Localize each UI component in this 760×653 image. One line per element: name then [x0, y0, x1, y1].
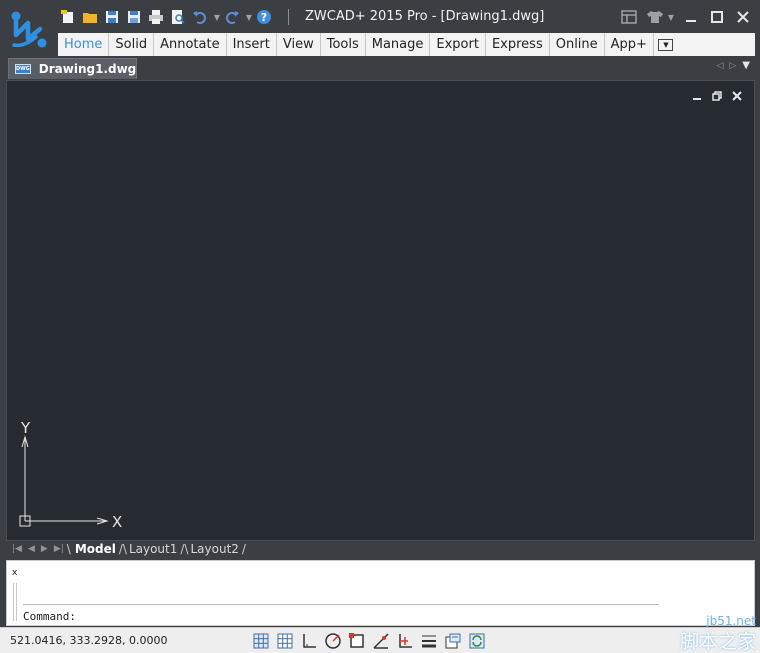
layout-first-icon[interactable]: |◀ — [12, 544, 22, 554]
zwcad-logo-icon[interactable] — [6, 7, 52, 53]
document-tab-drawing1[interactable]: DWG Drawing1.dwg — [8, 58, 137, 79]
layout-tab-layout2[interactable]: Layout2 — [190, 542, 238, 556]
dwg-file-icon: DWG — [15, 64, 31, 74]
dynamic-ucs-icon[interactable] — [394, 630, 416, 652]
ucs-x-label: X — [112, 513, 122, 531]
tab-view[interactable]: View — [277, 33, 321, 56]
command-grip-handle[interactable] — [13, 583, 17, 621]
open-folder-icon[interactable] — [80, 7, 100, 27]
tab-list-dropdown-icon[interactable]: ▼ — [742, 60, 750, 71]
document-tab-label: Drawing1.dwg — [38, 62, 137, 76]
save-icon[interactable] — [102, 7, 122, 27]
layout-last-icon[interactable]: ▶| — [54, 544, 64, 554]
minimize-icon[interactable] — [680, 6, 702, 28]
zwcad-window: ▼ ▼ ? ZWCAD+ 2015 Pro - [Drawing1.dwg] ▼… — [0, 0, 760, 653]
panel-icon[interactable] — [618, 6, 640, 28]
tab-app-plus[interactable]: App+ — [605, 33, 654, 56]
tab-home[interactable]: Home — [58, 33, 110, 56]
tab-solid[interactable]: Solid — [109, 33, 155, 56]
tab-scroll-left-icon[interactable]: ◁ — [716, 61, 723, 71]
tab-manage[interactable]: Manage — [366, 33, 431, 56]
save-as-icon[interactable] — [124, 7, 144, 27]
coordinate-readout[interactable]: 521.0416, 333.2928, 0.0000 — [10, 634, 167, 647]
drawing-canvas[interactable]: Y X — [6, 80, 755, 541]
grid-display-icon[interactable] — [274, 630, 296, 652]
object-snap-tracking-icon[interactable] — [370, 630, 392, 652]
ucs-y-label: Y — [20, 419, 31, 437]
object-snap-icon[interactable] — [346, 630, 368, 652]
document-tab-navigation: ◁ ▷ ▼ — [710, 60, 750, 71]
selection-cycling-icon[interactable] — [466, 630, 488, 652]
ortho-mode-icon[interactable] — [298, 630, 320, 652]
layout-prev-icon[interactable]: ◀ — [28, 544, 35, 554]
layout-next-icon[interactable]: ▶ — [41, 544, 48, 554]
maximize-icon[interactable] — [706, 6, 728, 28]
window-controls: ▼ — [614, 6, 754, 28]
undo-icon[interactable] — [190, 7, 210, 27]
title-separator — [288, 9, 289, 25]
polar-tracking-icon[interactable] — [322, 630, 344, 652]
tab-scroll-right-icon[interactable]: ▷ — [729, 61, 736, 71]
snap-mode-icon[interactable] — [250, 630, 272, 652]
tab-express[interactable]: Express — [486, 33, 550, 56]
svg-text:?: ? — [261, 11, 267, 24]
watermark-url: jb51.net — [706, 614, 756, 628]
layout-tab-bar: |◀ ◀ ▶ ▶| \ Model /\ Layout1 /\ Layout2 … — [6, 541, 755, 557]
help-icon[interactable]: ? — [254, 7, 274, 27]
undo-dropdown-icon[interactable]: ▼ — [212, 7, 222, 27]
window-title: ZWCAD+ 2015 Pro - [Drawing1.dwg] — [305, 9, 545, 24]
tab-online[interactable]: Online — [550, 33, 605, 56]
close-icon[interactable] — [732, 6, 754, 28]
redo-dropdown-icon[interactable]: ▼ — [244, 7, 254, 27]
viewport-close-icon[interactable] — [730, 89, 744, 103]
viewport-minimize-icon[interactable] — [690, 89, 704, 103]
tab-tools[interactable]: Tools — [321, 33, 366, 56]
document-tab-strip: DWG Drawing1.dwg ◁ ▷ ▼ — [0, 56, 760, 80]
theme-shirt-icon[interactable] — [644, 6, 666, 28]
quick-properties-icon[interactable] — [442, 630, 464, 652]
viewport-restore-icon[interactable] — [710, 89, 724, 103]
command-history — [23, 565, 659, 605]
site-watermark: jb51.net 脚本之家 — [620, 612, 760, 653]
drafting-settings-toolbar — [250, 630, 490, 652]
ribbon-toggle-icon: ▼ — [658, 38, 674, 51]
ucs-icon: Y X — [19, 419, 122, 531]
quick-access-toolbar: ▼ ▼ ? — [58, 6, 299, 28]
print-preview-icon[interactable] — [168, 7, 188, 27]
ribbon-tabs: Home Solid Annotate Insert View Tools Ma… — [58, 33, 755, 56]
ribbon-minimize-button[interactable]: ▼ — [654, 33, 678, 56]
watermark-text: 脚本之家 — [679, 631, 756, 653]
viewport-controls — [684, 89, 744, 103]
theme-dropdown-icon[interactable]: ▼ — [666, 7, 676, 27]
layout-tab-model[interactable]: Model — [75, 542, 116, 556]
lineweight-icon[interactable] — [418, 630, 440, 652]
print-icon[interactable] — [146, 7, 166, 27]
tab-annotate[interactable]: Annotate — [154, 33, 227, 56]
command-prompt[interactable]: Command: — [23, 610, 76, 623]
redo-icon[interactable] — [222, 7, 242, 27]
command-close-icon[interactable]: x — [12, 568, 17, 578]
tab-insert[interactable]: Insert — [227, 33, 277, 56]
tab-export[interactable]: Export — [430, 33, 486, 56]
new-file-icon[interactable] — [58, 7, 78, 27]
layout-tab-layout1[interactable]: Layout1 — [129, 542, 177, 556]
